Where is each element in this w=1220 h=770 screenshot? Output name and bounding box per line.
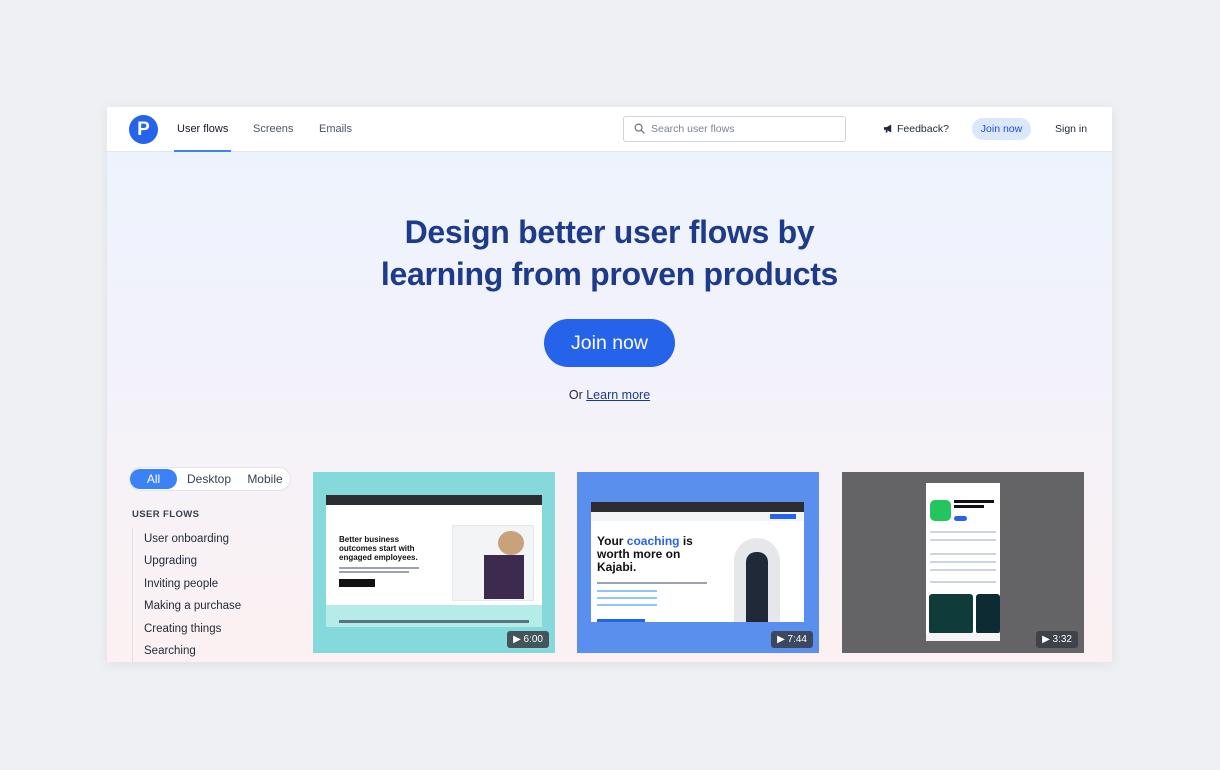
preview-text-line <box>930 539 996 541</box>
platform-filter: All Desktop Mobile <box>129 467 291 491</box>
preview-headline-prefix: Your <box>597 534 624 548</box>
browser-bar <box>326 495 542 505</box>
preview-text-line <box>930 531 996 533</box>
flow-item-making-a-purchase[interactable]: Making a purchase <box>133 595 282 617</box>
join-now-hero-button[interactable]: Join now <box>544 319 675 367</box>
flow-preview-image: Your coaching is worth more on Kajabi. <box>591 502 804 622</box>
duration-text: 7:44 <box>787 634 807 645</box>
user-flows-list: User onboarding Upgrading Inviting peopl… <box>132 528 282 662</box>
preview-text-line <box>930 561 996 563</box>
hero-headline-line2: learning from proven products <box>380 256 839 292</box>
search-box <box>623 116 846 142</box>
preview-text-line <box>930 569 996 571</box>
flow-card[interactable]: Your coaching is worth more on Kajabi. ▶… <box>577 472 819 653</box>
join-now-nav-button[interactable]: Join now <box>972 118 1031 140</box>
flow-card[interactable]: ▶ 3:32 <box>842 472 1084 653</box>
duration-badge: ▶ 6:00 <box>507 631 549 648</box>
tab-user-flows[interactable]: User flows <box>173 107 232 152</box>
preview-button <box>339 579 375 587</box>
preview-text-line <box>930 553 996 555</box>
sign-in-link[interactable]: Sign in <box>1055 107 1087 152</box>
app-icon <box>930 500 951 521</box>
flow-preview-image: Better business outcomes start with enga… <box>326 495 542 627</box>
preview-text-line <box>597 582 707 584</box>
user-flows-heading: USER FLOWS <box>132 509 200 520</box>
preview-tabbar <box>926 633 1000 641</box>
app-window: P User flows Screens Emails Feedback? Jo… <box>107 107 1112 662</box>
preview-text-line <box>954 500 994 503</box>
feedback-button[interactable]: Feedback? <box>883 107 949 152</box>
preview-logos <box>339 620 529 623</box>
preview-button <box>770 514 796 519</box>
flow-item-user-onboarding[interactable]: User onboarding <box>133 528 282 550</box>
filter-all[interactable]: All <box>130 469 177 489</box>
preview-list-line <box>597 597 657 599</box>
search-icon <box>634 123 645 134</box>
flow-item-searching[interactable]: Searching <box>133 640 282 662</box>
hero-headline: Design better user flows by learning fro… <box>107 211 1112 295</box>
duration-badge: ▶ 7:44 <box>771 631 813 648</box>
preview-avatar <box>498 531 524 555</box>
logo[interactable]: P <box>129 115 158 144</box>
flow-preview-image <box>926 483 1000 641</box>
flow-item-creating-things[interactable]: Creating things <box>133 618 282 640</box>
preview-headline: Better business outcomes start with enga… <box>339 535 418 562</box>
preview-button <box>954 516 967 521</box>
flow-card[interactable]: Better business outcomes start with enga… <box>313 472 555 653</box>
filter-mobile[interactable]: Mobile <box>241 469 289 489</box>
flow-item-inviting-people[interactable]: Inviting people <box>133 573 282 595</box>
preview-headline-highlight: coaching <box>626 534 680 548</box>
preview-panel <box>484 555 524 599</box>
preview-headline: Your coaching is worth more on Kajabi. <box>597 535 717 574</box>
preview-list-line <box>597 604 657 606</box>
preview-text-line <box>339 571 409 573</box>
flow-item-upgrading[interactable]: Upgrading <box>133 550 282 572</box>
preview-text-line <box>954 505 984 508</box>
tab-screens[interactable]: Screens <box>253 107 293 152</box>
preview-text-line <box>339 567 419 569</box>
megaphone-icon <box>884 124 892 133</box>
preview-person-image <box>734 538 780 622</box>
preview-cta <box>597 619 645 622</box>
preview-list-line <box>597 590 657 592</box>
preview-footer-wave <box>326 605 542 627</box>
browser-bar <box>591 502 804 512</box>
duration-badge: ▶ 3:32 <box>1036 631 1078 648</box>
hero-headline-line1: Design better user flows by <box>404 214 815 250</box>
preview-screenshot <box>976 594 1000 634</box>
feedback-label: Feedback? <box>897 123 949 135</box>
tab-emails[interactable]: Emails <box>319 107 352 152</box>
top-nav: P User flows Screens Emails Feedback? Jo… <box>107 107 1112 152</box>
duration-text: 6:00 <box>523 634 543 645</box>
duration-text: 3:32 <box>1052 634 1072 645</box>
learn-more-link[interactable]: Learn more <box>586 388 650 402</box>
learn-more-row: Or Learn more <box>107 388 1112 402</box>
or-text: Or <box>568 388 583 402</box>
filter-desktop[interactable]: Desktop <box>181 469 237 489</box>
hero-section: Design better user flows by learning fro… <box>107 152 1112 662</box>
search-input[interactable] <box>651 117 841 141</box>
preview-screenshot <box>929 594 973 634</box>
preview-text-line <box>930 581 996 583</box>
